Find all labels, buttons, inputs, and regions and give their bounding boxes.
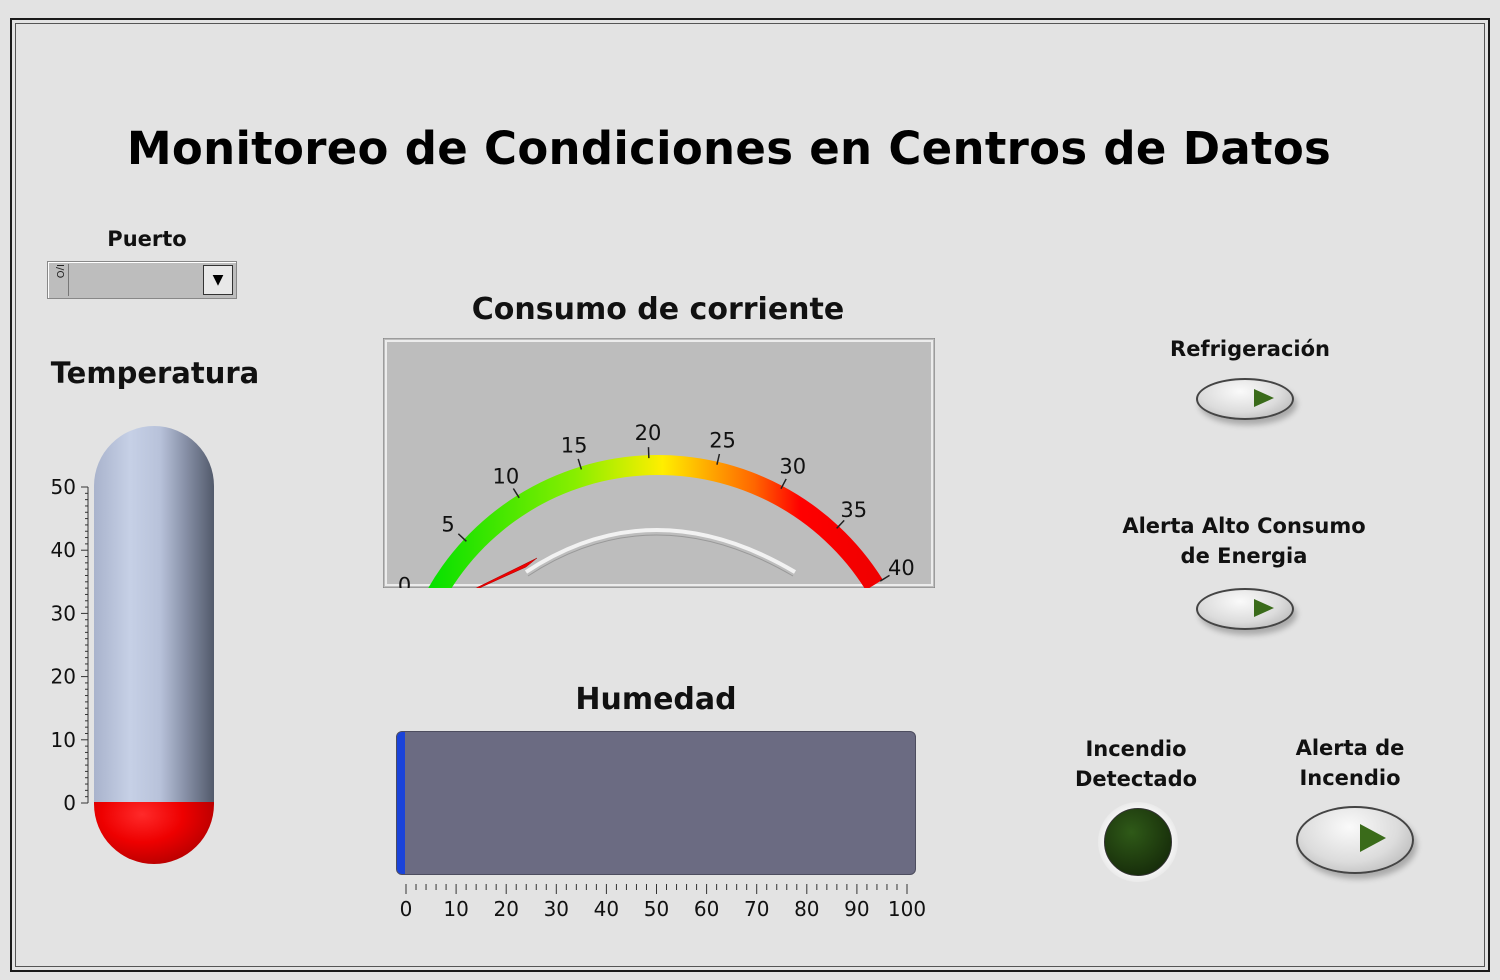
humidity-bar-fill [397, 732, 405, 874]
gauge-tick-label: 40 [888, 556, 915, 580]
current-gauge: 0 5 10 15 20 25 30 35 40 [383, 338, 935, 588]
humidity-tick-label: 70 [744, 897, 769, 921]
humidity-tick-label: 10 [443, 897, 468, 921]
humidity-scale: 0 10 20 30 40 50 60 70 80 90 100 [400, 884, 926, 921]
high-energy-button[interactable] [1196, 588, 1294, 630]
humidity-tick-label: 50 [644, 897, 669, 921]
temperature-tick-label: 10 [51, 728, 76, 752]
humidity-tick-label: 20 [493, 897, 518, 921]
port-select[interactable]: I/O ▼ [47, 261, 237, 299]
temperature-tick-label: 30 [51, 601, 76, 625]
humidity-tick-label: 60 [694, 897, 719, 921]
play-icon [1254, 599, 1274, 617]
gauge-tick-label: 10 [493, 465, 520, 489]
fire-detected-label: Incendio Detectado [1074, 737, 1198, 791]
temperature-tick-label: 50 [51, 475, 76, 499]
humidity-tick-label: 100 [888, 897, 926, 921]
fire-detected-led [1104, 808, 1172, 876]
current-label: Consumo de corriente [471, 292, 845, 327]
page-title: Monitoreo de Condiciones en Centros de D… [126, 122, 1332, 175]
gauge-tick-label: 25 [709, 428, 736, 452]
humidity-label: Humedad [575, 682, 737, 717]
gauge-tick-label: 35 [840, 498, 867, 522]
play-icon [1360, 824, 1386, 852]
play-icon [1254, 389, 1274, 407]
humidity-bar [396, 731, 916, 875]
temperature-label: Temperatura [50, 356, 260, 390]
gauge-tick-label: 0 [398, 573, 411, 588]
io-icon: I/O [50, 264, 69, 296]
fire-alert-button[interactable] [1296, 806, 1414, 874]
chevron-down-icon[interactable]: ▼ [203, 265, 233, 295]
humidity-tick-label: 40 [594, 897, 619, 921]
humidity-tick-label: 90 [844, 897, 869, 921]
humidity-tick-label: 0 [400, 897, 413, 921]
humidity-tick-label: 80 [794, 897, 819, 921]
fire-detected-led-housing [1098, 802, 1178, 882]
fire-alert-label: Alerta de Incendio [1295, 736, 1405, 790]
temperature-tick-label: 40 [51, 538, 76, 562]
temperature-tick-label: 20 [51, 665, 76, 689]
gauge-tick-label: 20 [635, 421, 662, 445]
temperature-scale: 0 10 20 30 40 50 [51, 475, 89, 815]
temperature-tick-label: 0 [63, 791, 76, 815]
gauge-tick-label: 30 [779, 455, 806, 479]
humidity-tick-label: 30 [544, 897, 569, 921]
high-energy-label: Alerta Alto Consumo de Energia [1122, 514, 1366, 568]
gauge-tick-label: 15 [561, 434, 588, 458]
cooling-label: Refrigeración [1170, 337, 1330, 361]
thermometer-tube [94, 426, 214, 804]
cooling-button[interactable] [1196, 378, 1294, 420]
port-label: Puerto [107, 227, 187, 251]
gauge-tick-label: 5 [441, 512, 454, 536]
